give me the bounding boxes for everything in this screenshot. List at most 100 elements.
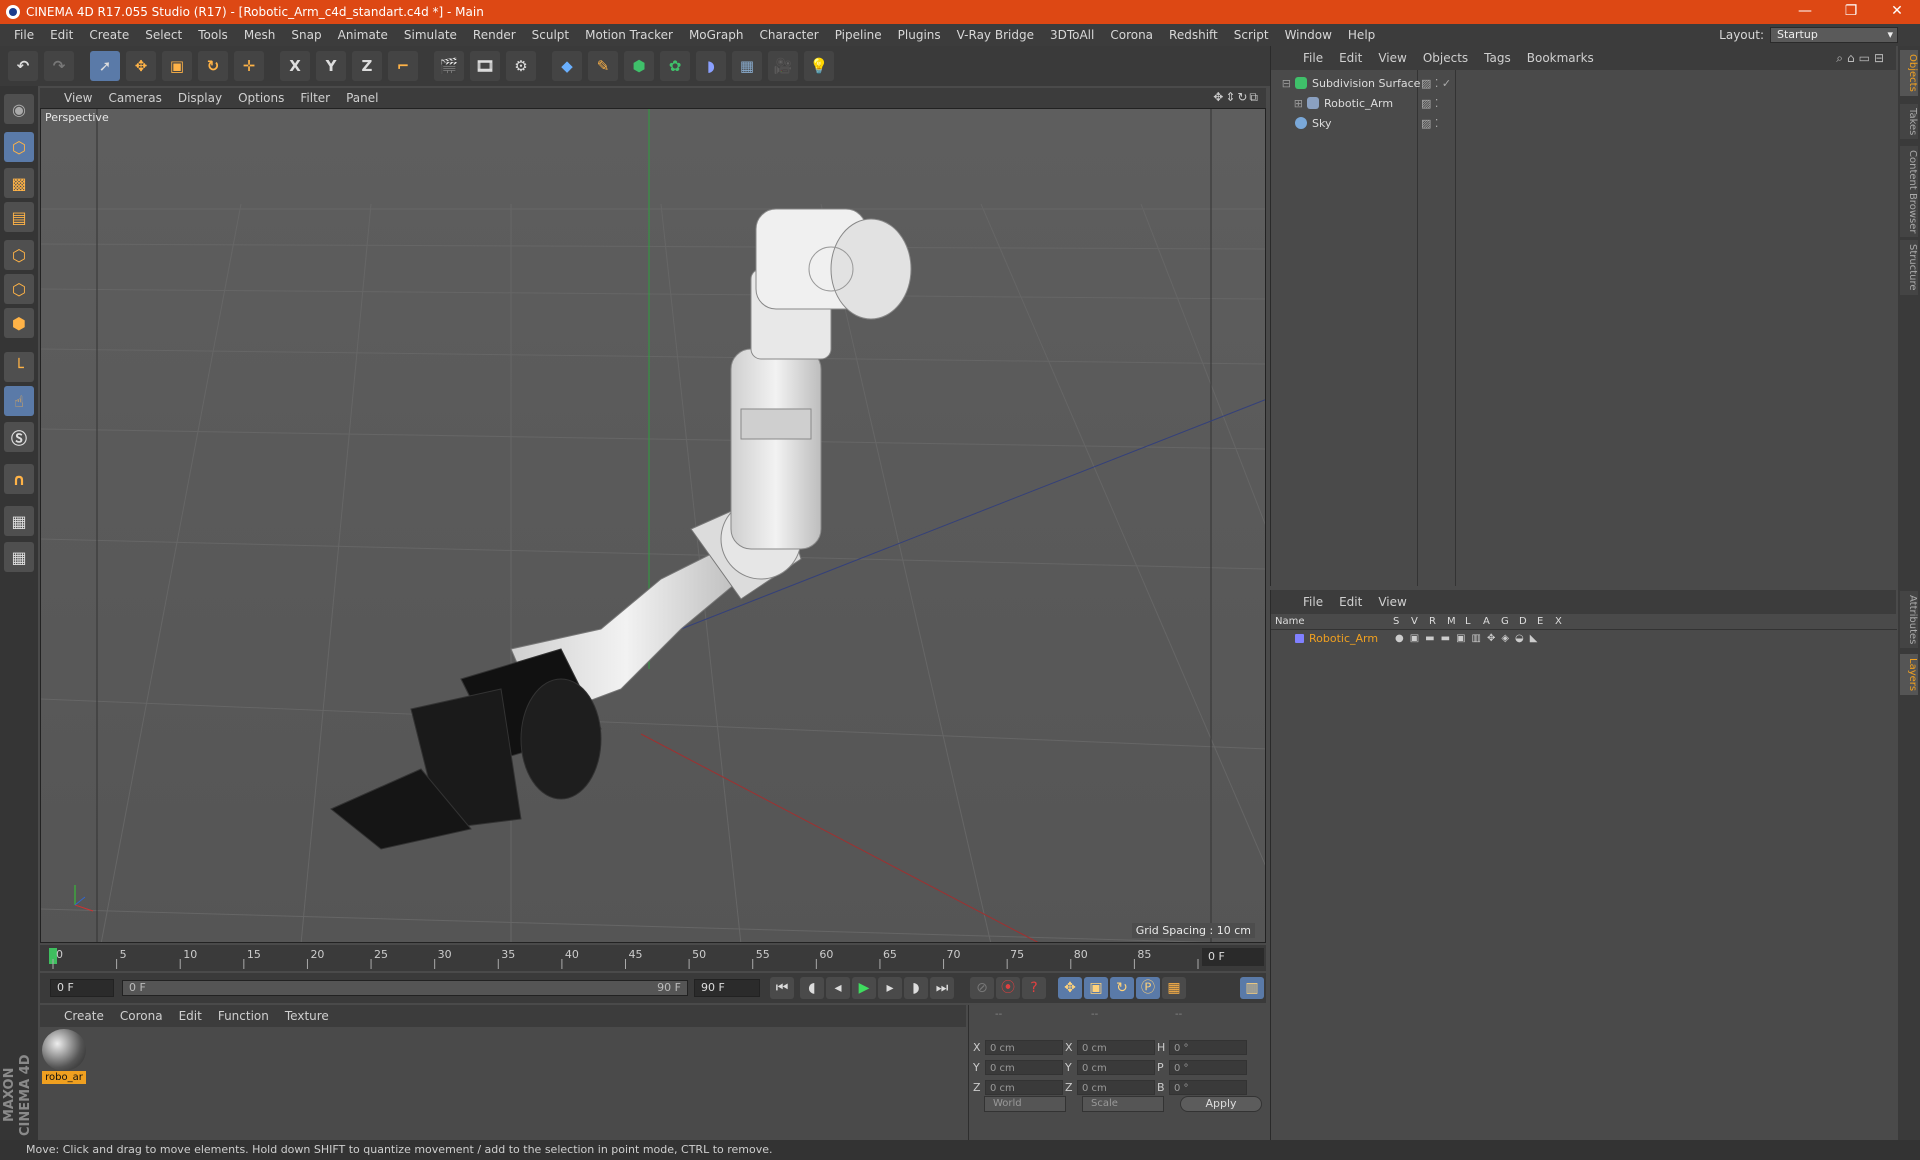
- goto-start-icon[interactable]: ⏮: [770, 977, 794, 999]
- polygons-mode-icon[interactable]: ⬢: [4, 308, 34, 338]
- object-row[interactable]: Sky ▨ ⁚: [1271, 114, 1897, 132]
- layer-color-swatch[interactable]: [1295, 634, 1304, 643]
- menu-script[interactable]: Script: [1226, 24, 1277, 46]
- next-frame-icon[interactable]: ▸: [878, 977, 902, 999]
- key-scale-icon[interactable]: ▣: [1084, 977, 1108, 999]
- column-manager[interactable]: M: [1447, 616, 1456, 627]
- column-render[interactable]: R: [1429, 616, 1436, 627]
- expand-icon[interactable]: ⊞: [1271, 97, 1307, 110]
- live-selection-icon[interactable]: ➚: [90, 51, 120, 81]
- viewport-menu-panel[interactable]: Panel: [338, 91, 386, 105]
- layout-dropdown[interactable]: Startup: [1770, 27, 1898, 43]
- menu-mesh[interactable]: Mesh: [236, 24, 284, 46]
- menu-animate[interactable]: Animate: [330, 24, 396, 46]
- model-mode-icon[interactable]: ⬡: [4, 132, 34, 162]
- floor-icon[interactable]: ▦: [732, 51, 762, 81]
- x-axis-button[interactable]: X: [280, 51, 310, 81]
- material-menu-texture[interactable]: Texture: [277, 1009, 337, 1023]
- undo-icon[interactable]: ↶: [8, 51, 38, 81]
- size-z-field[interactable]: 0 cm: [1077, 1079, 1155, 1095]
- cube-primitive-icon[interactable]: ◆: [552, 51, 582, 81]
- menu-3dtoall[interactable]: 3DToAll: [1042, 24, 1102, 46]
- menu-pipeline[interactable]: Pipeline: [827, 24, 890, 46]
- object-menu-objects[interactable]: Objects: [1415, 51, 1476, 65]
- solo-icon[interactable]: Ⓢ: [4, 422, 34, 452]
- visibility-dots-icon[interactable]: ▨ ⁚ ✓: [1421, 77, 1451, 90]
- minimize-button[interactable]: —: [1782, 0, 1828, 24]
- key-rotation-icon[interactable]: ↻: [1110, 977, 1134, 999]
- material-manager-area[interactable]: robo_ar: [40, 1027, 966, 1147]
- object-menu-file[interactable]: File: [1295, 51, 1331, 65]
- auto-keying-icon[interactable]: ?: [1022, 977, 1046, 999]
- viewport-menu-options[interactable]: Options: [230, 91, 292, 105]
- timeline-end-field[interactable]: 0 F: [1202, 948, 1264, 966]
- menu-tools[interactable]: Tools: [190, 24, 236, 46]
- axis-mode-icon[interactable]: └: [4, 352, 34, 382]
- record-disabled-icon[interactable]: ⊘: [970, 977, 994, 999]
- viewport-camera-label[interactable]: Perspective: [45, 111, 109, 124]
- column-generators[interactable]: G: [1501, 616, 1509, 627]
- layer-menu-view[interactable]: View: [1370, 595, 1414, 609]
- restore-button[interactable]: ❐: [1828, 0, 1874, 24]
- layer-menu-file[interactable]: File: [1295, 595, 1331, 609]
- layer-toggle-icons[interactable]: ●▣▬▬▣▥✥◈◒◣: [1395, 633, 1543, 644]
- material-menu-function[interactable]: Function: [210, 1009, 277, 1023]
- apply-button[interactable]: Apply: [1180, 1096, 1262, 1112]
- rotate-icon[interactable]: ↻: [198, 51, 228, 81]
- material-menu-create[interactable]: Create: [56, 1009, 112, 1023]
- render-settings-icon[interactable]: ⚙: [506, 51, 536, 81]
- render-picture-viewer-icon[interactable]: 🎞: [470, 51, 500, 81]
- object-menu-view[interactable]: View: [1370, 51, 1414, 65]
- preview-range-slider[interactable]: 0 F 90 F: [122, 980, 688, 996]
- menu-create[interactable]: Create: [81, 24, 137, 46]
- rotation-h-field[interactable]: 0 °: [1169, 1039, 1247, 1055]
- timeline-window-icon[interactable]: ▥: [1240, 977, 1264, 999]
- close-button[interactable]: ✕: [1874, 0, 1920, 24]
- menu-mograph[interactable]: MoGraph: [681, 24, 752, 46]
- layer-row[interactable]: Robotic_Arm ●▣▬▬▣▥✥◈◒◣: [1271, 631, 1897, 646]
- side-tab-content-browser[interactable]: Content Browser: [1900, 146, 1918, 238]
- collapse-icon[interactable]: ⊟: [1271, 77, 1295, 90]
- menu-select[interactable]: Select: [137, 24, 190, 46]
- move-icon[interactable]: ✥: [126, 51, 156, 81]
- texture-mode-icon[interactable]: ▩: [4, 168, 34, 198]
- menu-sculpt[interactable]: Sculpt: [524, 24, 577, 46]
- tweak-mode-icon[interactable]: ☝: [4, 386, 34, 416]
- render-view-icon[interactable]: 🎬: [434, 51, 464, 81]
- workplane-align-icon[interactable]: ▦: [4, 542, 34, 572]
- z-axis-button[interactable]: Z: [352, 51, 382, 81]
- column-animation[interactable]: A: [1483, 616, 1490, 627]
- viewport-menu-display[interactable]: Display: [170, 91, 230, 105]
- menu-plugins[interactable]: Plugins: [890, 24, 949, 46]
- redo-icon[interactable]: ↷: [44, 51, 74, 81]
- camera-icon[interactable]: 🎥: [768, 51, 798, 81]
- material-preview-swatch[interactable]: [42, 1029, 86, 1071]
- position-x-field[interactable]: 0 cm: [985, 1039, 1063, 1055]
- size-x-field[interactable]: 0 cm: [1077, 1039, 1155, 1055]
- coordinate-system-icon[interactable]: ⌐: [388, 51, 418, 81]
- menu-edit[interactable]: Edit: [42, 24, 81, 46]
- key-position-icon[interactable]: ✥: [1058, 977, 1082, 999]
- menu-corona[interactable]: Corona: [1102, 24, 1161, 46]
- column-locked[interactable]: L: [1465, 616, 1471, 627]
- make-editable-icon[interactable]: ◉: [4, 94, 34, 124]
- prev-frame-icon[interactable]: ◂: [826, 977, 850, 999]
- pen-spline-icon[interactable]: ✎: [588, 51, 618, 81]
- play-icon[interactable]: ▶: [852, 977, 876, 999]
- snap-icon[interactable]: ∩: [4, 464, 34, 494]
- edges-mode-icon[interactable]: ⬡: [4, 274, 34, 304]
- side-tab-takes[interactable]: Takes: [1900, 104, 1918, 140]
- object-name[interactable]: Robotic_Arm: [1324, 97, 1393, 110]
- timeline-ruler[interactable]: 051015202530354045505560657075808590 0 F: [40, 945, 1266, 971]
- cloner-icon[interactable]: ✿: [660, 51, 690, 81]
- rotation-p-field[interactable]: 0 °: [1169, 1059, 1247, 1075]
- menu-simulate[interactable]: Simulate: [396, 24, 465, 46]
- column-view[interactable]: V: [1411, 616, 1418, 627]
- light-icon[interactable]: 💡: [804, 51, 834, 81]
- object-name[interactable]: Subdivision Surface: [1312, 77, 1420, 90]
- viewport-menu-cameras[interactable]: Cameras: [100, 91, 169, 105]
- goto-end-icon[interactable]: ⏭: [930, 977, 954, 999]
- column-xrefs[interactable]: X: [1555, 616, 1562, 627]
- menu-redshift[interactable]: Redshift: [1161, 24, 1226, 46]
- 3d-viewport[interactable]: Perspective Grid Spacing : 10 cm: [40, 108, 1266, 943]
